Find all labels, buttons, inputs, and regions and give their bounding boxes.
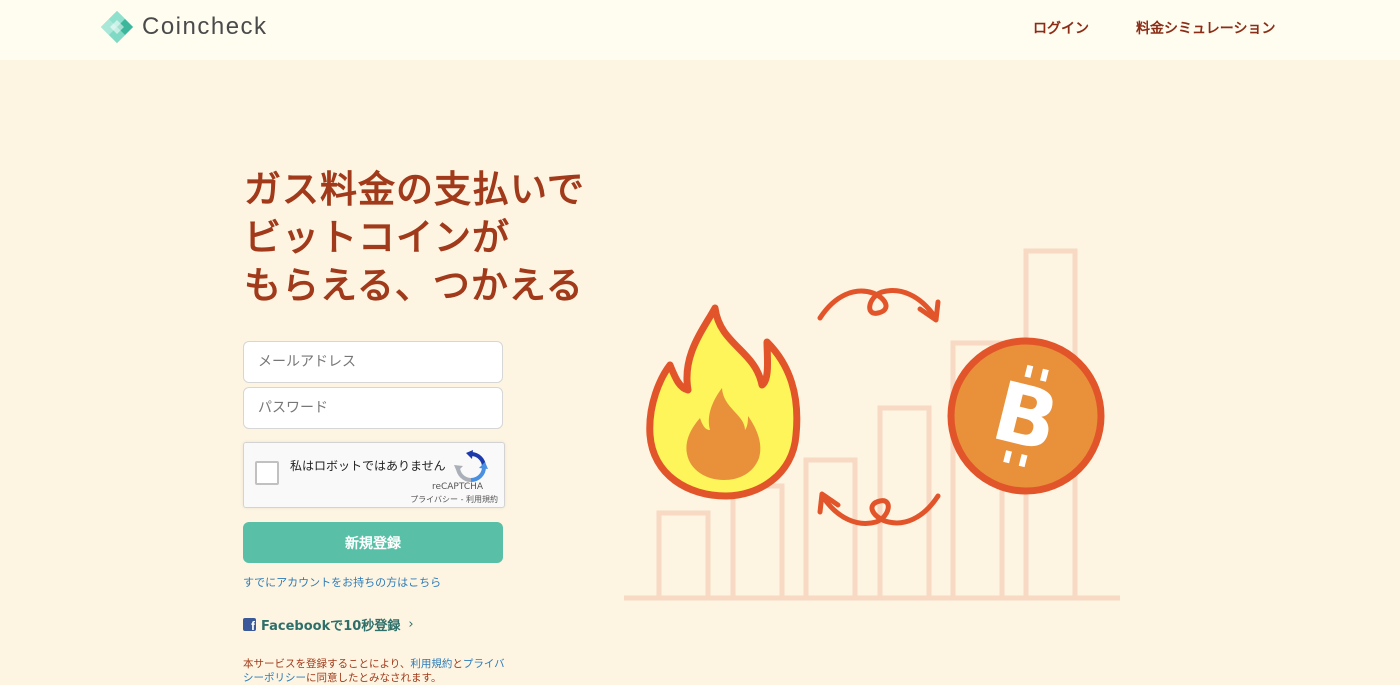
terms-of-use-link[interactable]: 利用規約 (410, 658, 452, 670)
arrow-to-bitcoin-icon (817, 288, 941, 323)
recaptcha-terms-link[interactable]: プライバシー - 利用規約 (394, 494, 498, 505)
existing-account-link[interactable]: すでにアカウントをお持ちの方はこちら (243, 574, 441, 590)
register-button[interactable]: 新規登録 (243, 522, 503, 563)
password-field[interactable] (243, 387, 503, 429)
nav-fee-simulation-link[interactable]: 料金シミュレーション (1136, 18, 1275, 38)
recaptcha-label: 私はロボットではありません (290, 459, 446, 473)
headline-line-1: ガス料金の支払いで (244, 168, 585, 211)
facebook-icon: f (243, 618, 256, 631)
facebook-register-link[interactable]: f Facebookで10秒登録 › (243, 615, 414, 634)
recaptcha-brand: reCAPTCHA (431, 482, 484, 492)
headline-line-2: ビットコインが (244, 216, 510, 259)
nav-login-link[interactable]: ログイン (1033, 18, 1089, 38)
email-field[interactable] (243, 341, 503, 383)
recaptcha-logo-icon (454, 450, 488, 482)
facebook-register-label: Facebookで10秒登録 (261, 619, 401, 634)
coincheck-diamond-icon (101, 11, 133, 43)
site-header: Coincheck ログイン 料金シミュレーション (0, 0, 1400, 60)
terms-notice: 本サービスを登録することにより、利用規約とプライバシーポリシーに同意したとみなさ… (243, 657, 508, 685)
hero-headline: ガス料金の支払いで ビットコインが もらえる、つかえる (244, 166, 624, 310)
recaptcha-checkbox[interactable] (255, 461, 279, 485)
flame-icon (646, 304, 801, 500)
chevron-right-icon: › (408, 617, 414, 632)
terms-suffix: に同意したとみなされます。 (306, 672, 442, 684)
terms-and: と (452, 658, 463, 670)
coincheck-logo[interactable]: Coincheck (100, 10, 268, 44)
recaptcha-widget: 私はロボットではありません reCAPTCHA プライバシー - 利用規約 (243, 442, 505, 508)
gas-to-bitcoin-illustration: B (624, 248, 1120, 601)
headline-line-3: もらえる、つかえる (244, 264, 584, 307)
terms-prefix: 本サービスを登録することにより、 (243, 658, 411, 670)
logo-text: Coincheck (142, 13, 268, 40)
bitcoin-icon: B (947, 337, 1105, 495)
